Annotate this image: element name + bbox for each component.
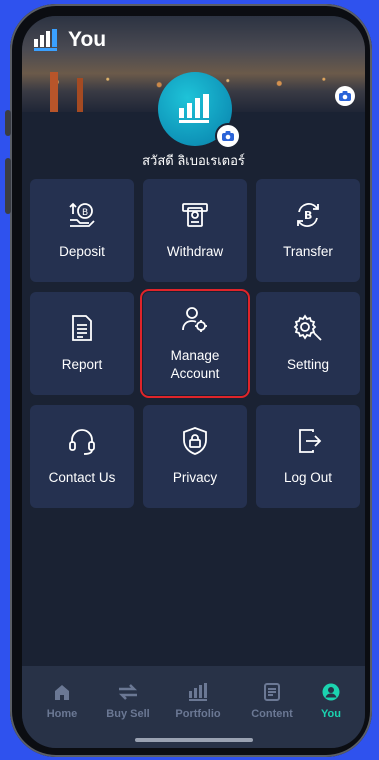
nav-label: You xyxy=(321,708,341,720)
nav-portfolio[interactable]: Portfolio xyxy=(167,682,229,720)
side-button xyxy=(5,110,11,136)
change-cover-camera-icon[interactable] xyxy=(335,86,355,106)
menu-label: Deposit xyxy=(59,244,105,259)
privacy-button[interactable]: Privacy xyxy=(143,405,247,508)
menu-label: Manage Account xyxy=(171,347,220,383)
content-icon xyxy=(263,682,281,702)
menu-label: Report xyxy=(61,357,103,372)
bottom-nav: Home Buy Sell Portfolio Content You xyxy=(22,666,365,748)
withdraw-button[interactable]: Withdraw xyxy=(143,179,247,282)
report-icon xyxy=(67,313,97,346)
menu-label: Withdraw xyxy=(166,244,224,259)
side-button xyxy=(5,158,11,214)
nav-home[interactable]: Home xyxy=(31,682,93,720)
nav-buy-sell[interactable]: Buy Sell xyxy=(97,682,159,720)
log-out-button[interactable]: Log Out xyxy=(256,405,360,508)
menu-label: Privacy xyxy=(172,470,218,485)
transfer-button[interactable]: B Transfer xyxy=(256,179,360,282)
menu-label: Setting xyxy=(286,357,330,372)
menu-label-line: Manage Account xyxy=(170,348,220,381)
page-title: You xyxy=(68,28,107,51)
swap-icon xyxy=(117,682,139,702)
report-button[interactable]: Report xyxy=(30,292,134,395)
nav-label: Home xyxy=(46,708,78,720)
headset-icon xyxy=(67,426,97,459)
svg-text:B: B xyxy=(304,209,312,222)
bridge-decoration xyxy=(50,72,58,112)
nav-label: Portfolio xyxy=(175,708,221,720)
greeting-text: สวัสดี ลิเบอเรเตอร์ xyxy=(142,153,245,168)
svg-text:B: B xyxy=(82,208,88,218)
bridge-decoration xyxy=(77,78,83,112)
nav-label: Content xyxy=(251,708,293,720)
menu-label: Log Out xyxy=(283,470,333,485)
menu-label: Contact Us xyxy=(48,470,116,485)
deposit-icon: B xyxy=(67,200,97,233)
transfer-icon: B xyxy=(293,200,323,233)
change-avatar-camera-icon[interactable] xyxy=(215,123,241,149)
menu-label: Transfer xyxy=(283,244,333,259)
manage-account-icon xyxy=(180,304,210,337)
home-indicator[interactable] xyxy=(135,738,253,742)
logout-icon xyxy=(293,426,323,459)
user-icon xyxy=(322,682,340,702)
nav-you[interactable]: You xyxy=(300,682,362,720)
setting-button[interactable]: Setting xyxy=(256,292,360,395)
nav-label: Buy Sell xyxy=(106,708,150,720)
withdraw-icon xyxy=(180,200,210,233)
nav-content[interactable]: Content xyxy=(241,682,303,720)
home-icon xyxy=(53,682,71,702)
deposit-button[interactable]: B Deposit xyxy=(30,179,134,282)
top-bar: You xyxy=(34,28,106,52)
contact-us-button[interactable]: Contact Us xyxy=(30,405,134,508)
gear-icon xyxy=(292,313,324,346)
portfolio-icon xyxy=(188,682,208,702)
shield-lock-icon xyxy=(180,426,210,459)
manage-account-button[interactable]: Manage Account xyxy=(140,289,250,398)
app-logo-icon xyxy=(34,29,60,51)
app-screen: You สวัสดี ลิเบอเรเตอร์ B Deposit Withdr… xyxy=(22,16,365,748)
